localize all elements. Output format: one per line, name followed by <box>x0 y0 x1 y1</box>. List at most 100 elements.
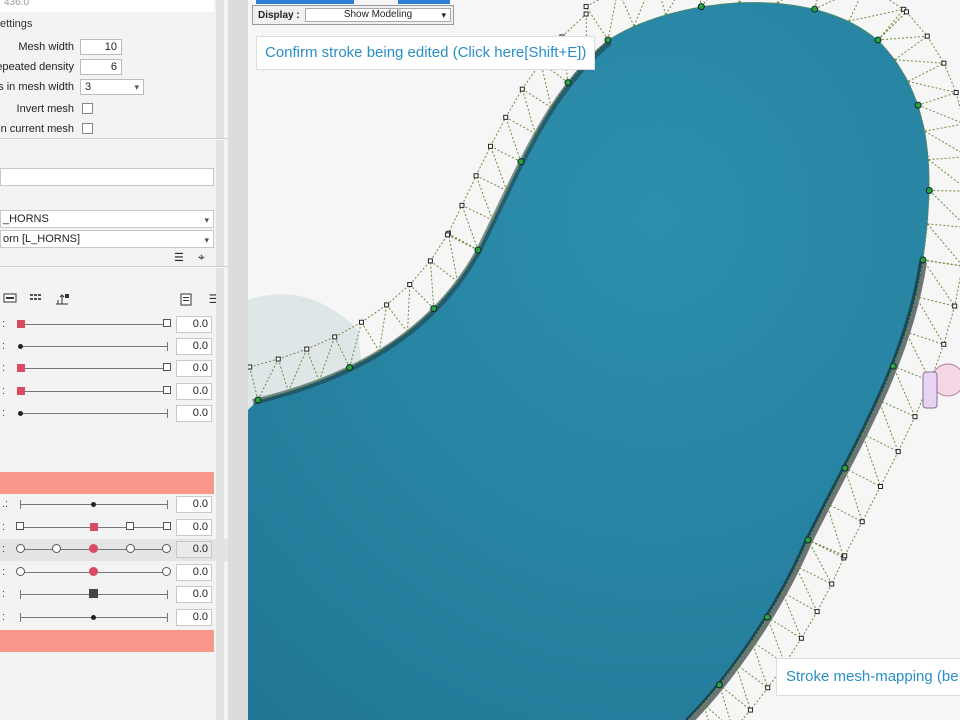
mesh-vertex[interactable] <box>384 302 390 308</box>
slider-knob[interactable] <box>89 544 98 553</box>
part-select-1[interactable]: _HORNS ▾ <box>0 210 214 228</box>
mesh-vertex[interactable] <box>912 414 918 420</box>
export-lock-icon[interactable] <box>54 292 70 306</box>
param-value[interactable]: 0.0 <box>176 338 212 355</box>
scrollbar[interactable] <box>216 0 224 138</box>
slider-knob[interactable] <box>18 411 23 416</box>
control-point[interactable] <box>346 363 354 371</box>
control-point[interactable] <box>889 362 897 370</box>
stroke-mesh-mapping-tooltip[interactable]: Stroke mesh-mapping (be <box>776 658 960 696</box>
control-point[interactable] <box>841 464 849 472</box>
grid-icon[interactable] <box>28 292 44 306</box>
mesh-width-input[interactable]: 10 <box>80 39 122 55</box>
control-point[interactable] <box>804 536 812 544</box>
tab-indicator[interactable] <box>398 0 450 4</box>
control-point[interactable] <box>925 186 933 194</box>
keyframe-icon[interactable] <box>2 292 18 306</box>
list-view-icon[interactable]: ☰ <box>174 251 184 264</box>
mesh-vertex[interactable] <box>842 553 848 559</box>
param-value[interactable]: 0.0 <box>176 383 212 400</box>
slider-track[interactable] <box>20 324 168 325</box>
name-field[interactable] <box>0 168 214 186</box>
retain-mesh-checkbox[interactable] <box>82 123 93 134</box>
mesh-vertex[interactable] <box>358 319 364 325</box>
slider-knob[interactable] <box>91 615 96 620</box>
mesh-vertex[interactable] <box>941 60 947 66</box>
param-value[interactable]: 0.0 <box>176 564 212 581</box>
slider-end-key[interactable] <box>163 386 171 394</box>
confirm-stroke-tooltip[interactable]: Confirm stroke being edited (Click here[… <box>256 36 596 70</box>
param-value[interactable]: 0.0 <box>176 586 212 603</box>
slider-end-key[interactable] <box>163 319 171 327</box>
slider-key[interactable] <box>163 522 171 530</box>
control-point[interactable] <box>564 79 572 87</box>
mesh-vertex[interactable] <box>798 635 804 641</box>
slider-end-key[interactable] <box>163 363 171 371</box>
mesh-vertex[interactable] <box>765 685 771 691</box>
slider-track[interactable] <box>20 346 168 347</box>
control-point[interactable] <box>254 396 262 404</box>
mesh-vertex[interactable] <box>519 86 525 92</box>
slider-knob[interactable] <box>18 344 23 349</box>
control-point[interactable] <box>919 256 927 264</box>
slider-knob[interactable] <box>89 567 98 576</box>
invert-mesh-checkbox[interactable] <box>82 103 93 114</box>
mesh-vertex[interactable] <box>583 4 589 10</box>
param-value[interactable]: 0.0 <box>176 496 212 513</box>
mesh-vertex[interactable] <box>445 232 451 238</box>
mesh-vertex[interactable] <box>941 341 947 347</box>
slider-knob[interactable] <box>89 589 98 598</box>
mesh-vertex[interactable] <box>407 282 413 288</box>
slider-knob[interactable] <box>91 502 96 507</box>
param-value[interactable]: 0.0 <box>176 609 212 626</box>
mesh-vertex[interactable] <box>248 364 253 370</box>
slider-knob[interactable] <box>90 523 98 531</box>
slider-knob[interactable] <box>17 364 25 372</box>
display-select[interactable]: Show Modeling ▾ <box>305 8 451 22</box>
mesh-vertex[interactable] <box>275 356 281 362</box>
mesh-vertex[interactable] <box>427 258 433 264</box>
control-point[interactable] <box>604 36 612 44</box>
mesh-vertex[interactable] <box>859 519 865 525</box>
mesh-vertex[interactable] <box>503 114 509 120</box>
part-select-2[interactable]: orn [L_HORNS] ▾ <box>0 230 214 248</box>
slider-track[interactable] <box>20 391 168 392</box>
divisions-select[interactable]: 3 ▾ <box>80 79 144 95</box>
scrollbar[interactable] <box>216 268 224 720</box>
slider-key[interactable] <box>162 567 171 576</box>
parameter-group-header[interactable] <box>0 472 214 494</box>
scrollbar[interactable] <box>216 140 224 266</box>
slider-key[interactable] <box>52 544 61 553</box>
mesh-vertex[interactable] <box>583 11 589 17</box>
mesh-vertex[interactable] <box>953 90 959 96</box>
mesh-vertex[interactable] <box>877 483 883 489</box>
canvas-view[interactable] <box>248 0 960 720</box>
mesh-vertex[interactable] <box>473 173 479 179</box>
slider-track[interactable] <box>20 368 168 369</box>
mesh-vertex[interactable] <box>459 202 465 208</box>
mesh-vertex[interactable] <box>952 303 958 309</box>
control-point[interactable] <box>697 3 705 11</box>
mesh-vertex[interactable] <box>814 609 820 615</box>
slider-track[interactable] <box>20 413 168 414</box>
mesh-vertex[interactable] <box>924 33 930 39</box>
slider-key[interactable] <box>16 522 24 530</box>
control-point[interactable] <box>517 158 525 166</box>
control-point[interactable] <box>715 681 723 689</box>
mesh-vertex[interactable] <box>304 346 310 352</box>
slider-key[interactable] <box>16 567 25 576</box>
slider-knob[interactable] <box>17 387 25 395</box>
slider-key[interactable] <box>162 544 171 553</box>
mesh-vertex[interactable] <box>829 581 835 587</box>
control-point[interactable] <box>763 613 771 621</box>
param-value[interactable]: 0.0 <box>176 360 212 377</box>
active-tab-indicator[interactable] <box>256 0 354 4</box>
param-value[interactable]: 0.0 <box>176 519 212 536</box>
control-point[interactable] <box>914 101 922 109</box>
slider-key[interactable] <box>126 544 135 553</box>
target-icon[interactable]: ⌖ <box>198 250 205 265</box>
repeated-density-input[interactable]: 6 <box>80 59 122 75</box>
clipboard-icon[interactable] <box>178 292 194 306</box>
mesh-vertex[interactable] <box>903 9 909 15</box>
control-point[interactable] <box>811 5 819 13</box>
